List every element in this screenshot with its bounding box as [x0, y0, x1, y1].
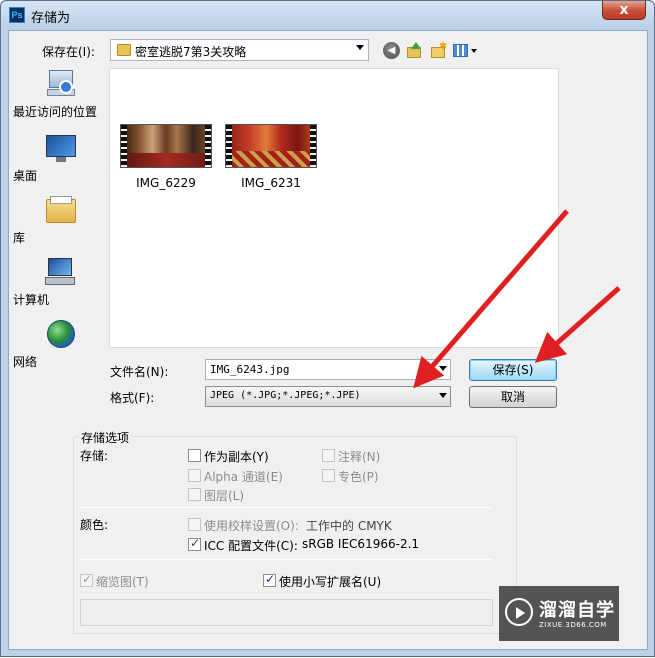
- photoshop-app-icon: Ps: [9, 7, 25, 23]
- filename-value: IMG_6243.jpg: [210, 363, 290, 376]
- notes-checkbox[interactable]: 注释(N): [322, 448, 412, 464]
- places-bar: 最近访问的位置 桌面 库 计算机 网络: [13, 68, 109, 369]
- place-libraries[interactable]: 库: [13, 194, 109, 245]
- place-network[interactable]: 网络: [13, 318, 109, 369]
- checkbox-label: 使用校样设置(O):: [204, 519, 299, 533]
- chevron-down-icon: [439, 393, 447, 398]
- place-label: 最近访问的位置: [13, 105, 98, 119]
- checkbox-box: [322, 449, 335, 462]
- checkbox-box: [188, 518, 201, 531]
- recent-places-icon: [45, 68, 77, 100]
- file-name: IMG_6229: [136, 176, 196, 190]
- title-bar[interactable]: Ps 存储为 x: [1, 1, 654, 29]
- watermark-url: ZIXUE.3D66.COM: [539, 621, 607, 629]
- filename-label: 文件名(N):: [110, 365, 169, 379]
- desktop-icon: [45, 132, 77, 164]
- format-value: JPEG (*.JPG;*.JPEG;*.JPE): [210, 390, 361, 401]
- format-label: 格式(F):: [110, 391, 155, 405]
- checkmark-icon: ✓: [190, 536, 201, 550]
- folder-icon: [117, 44, 131, 56]
- checkbox-box: ✓: [263, 572, 276, 587]
- alpha-channels-checkbox[interactable]: Alpha 通道(E): [188, 468, 298, 484]
- as-copy-checkbox[interactable]: 作为副本(Y): [188, 448, 298, 464]
- computer-icon: [45, 256, 77, 288]
- window-title: 存储为: [31, 11, 71, 26]
- view-menu-icon[interactable]: [453, 42, 479, 59]
- checkbox-label: 缩览图(T): [96, 575, 149, 589]
- save-options-title: 存储选项: [79, 429, 132, 446]
- save-in-value: 密室逃脱7第3关攻略: [135, 45, 247, 59]
- image-thumbnail: [120, 124, 212, 168]
- save-as-dialog: Ps 存储为 x 保存在(I): 密室逃脱7第3关攻略 ◀ ✱ 最近访问的位置 …: [0, 0, 655, 657]
- place-label: 计算机: [13, 293, 50, 307]
- image-thumbnail: [225, 124, 317, 168]
- thumbnail-checkbox[interactable]: ✓ 缩览图(T): [80, 572, 190, 589]
- checkbox-label: 作为副本(Y): [204, 450, 269, 464]
- proof-setup-value: 工作中的 CMYK: [306, 519, 392, 533]
- place-recent[interactable]: 最近访问的位置: [13, 68, 109, 119]
- place-label: 桌面: [13, 169, 38, 183]
- file-item[interactable]: IMG_6229: [118, 124, 214, 190]
- checkbox-label: 图层(L): [204, 489, 245, 503]
- up-folder-icon[interactable]: [406, 42, 423, 59]
- watermark-logo: 溜溜自学 ZIXUE.3D66.COM: [499, 586, 619, 641]
- file-name: IMG_6231: [241, 176, 301, 190]
- filename-field[interactable]: IMG_6243.jpg: [205, 359, 451, 380]
- dialog-client-area: 保存在(I): 密室逃脱7第3关攻略 ◀ ✱ 最近访问的位置 桌面 库 计算机 …: [8, 30, 648, 650]
- place-label: 网络: [13, 355, 38, 369]
- checkbox-label: 专色(P): [338, 470, 379, 484]
- libraries-icon: [45, 194, 77, 226]
- color-label: 颜色:: [80, 518, 109, 532]
- play-logo-icon: [505, 598, 533, 626]
- checkbox-box: [188, 449, 201, 462]
- back-icon[interactable]: ◀: [383, 42, 400, 59]
- checkbox-label: Alpha 通道(E): [204, 470, 283, 484]
- spot-colors-checkbox[interactable]: 专色(P): [322, 468, 412, 484]
- checkbox-label: 使用小写扩展名(U): [279, 575, 382, 589]
- divider: [80, 559, 493, 560]
- checkbox-label: ICC 配置文件(C):: [204, 539, 298, 553]
- network-icon: [45, 318, 77, 350]
- place-computer[interactable]: 计算机: [13, 256, 109, 307]
- checkbox-box: ✓: [188, 536, 201, 551]
- save-in-label: 保存在(I):: [42, 45, 95, 59]
- cancel-button[interactable]: 取消: [469, 386, 557, 408]
- checkbox-box: [322, 469, 335, 482]
- save-in-dropdown[interactable]: 密室逃脱7第3关攻略: [110, 39, 369, 61]
- format-dropdown[interactable]: JPEG (*.JPG;*.JPEG;*.JPE): [205, 386, 451, 407]
- checkmark-icon: ✓: [82, 572, 93, 586]
- chevron-down-icon[interactable]: [439, 366, 447, 371]
- place-desktop[interactable]: 桌面: [13, 132, 109, 183]
- checkmark-icon: ✓: [265, 572, 276, 586]
- checkbox-label: 注释(N): [338, 450, 381, 464]
- close-button[interactable]: x: [602, 1, 646, 20]
- checkbox-box: [188, 469, 201, 482]
- watermark-name: 溜溜自学: [539, 600, 615, 621]
- storage-label: 存储:: [80, 449, 109, 463]
- divider: [80, 507, 493, 508]
- checkbox-box: ✓: [80, 572, 93, 587]
- icc-profile-value: sRGB IEC61966-2.1: [302, 537, 420, 551]
- file-list[interactable]: IMG_6229 IMG_6231: [109, 68, 559, 348]
- save-button[interactable]: 保存(S): [469, 359, 557, 381]
- layers-checkbox[interactable]: 图层(L): [188, 487, 298, 503]
- chevron-down-icon: [356, 45, 364, 50]
- file-item[interactable]: IMG_6231: [223, 124, 319, 190]
- new-folder-icon[interactable]: ✱: [430, 42, 447, 59]
- checkbox-box: [188, 488, 201, 501]
- lowercase-extension-checkbox[interactable]: ✓ 使用小写扩展名(U): [263, 572, 403, 589]
- place-label: 库: [13, 231, 26, 245]
- warning-message-box: [80, 599, 493, 626]
